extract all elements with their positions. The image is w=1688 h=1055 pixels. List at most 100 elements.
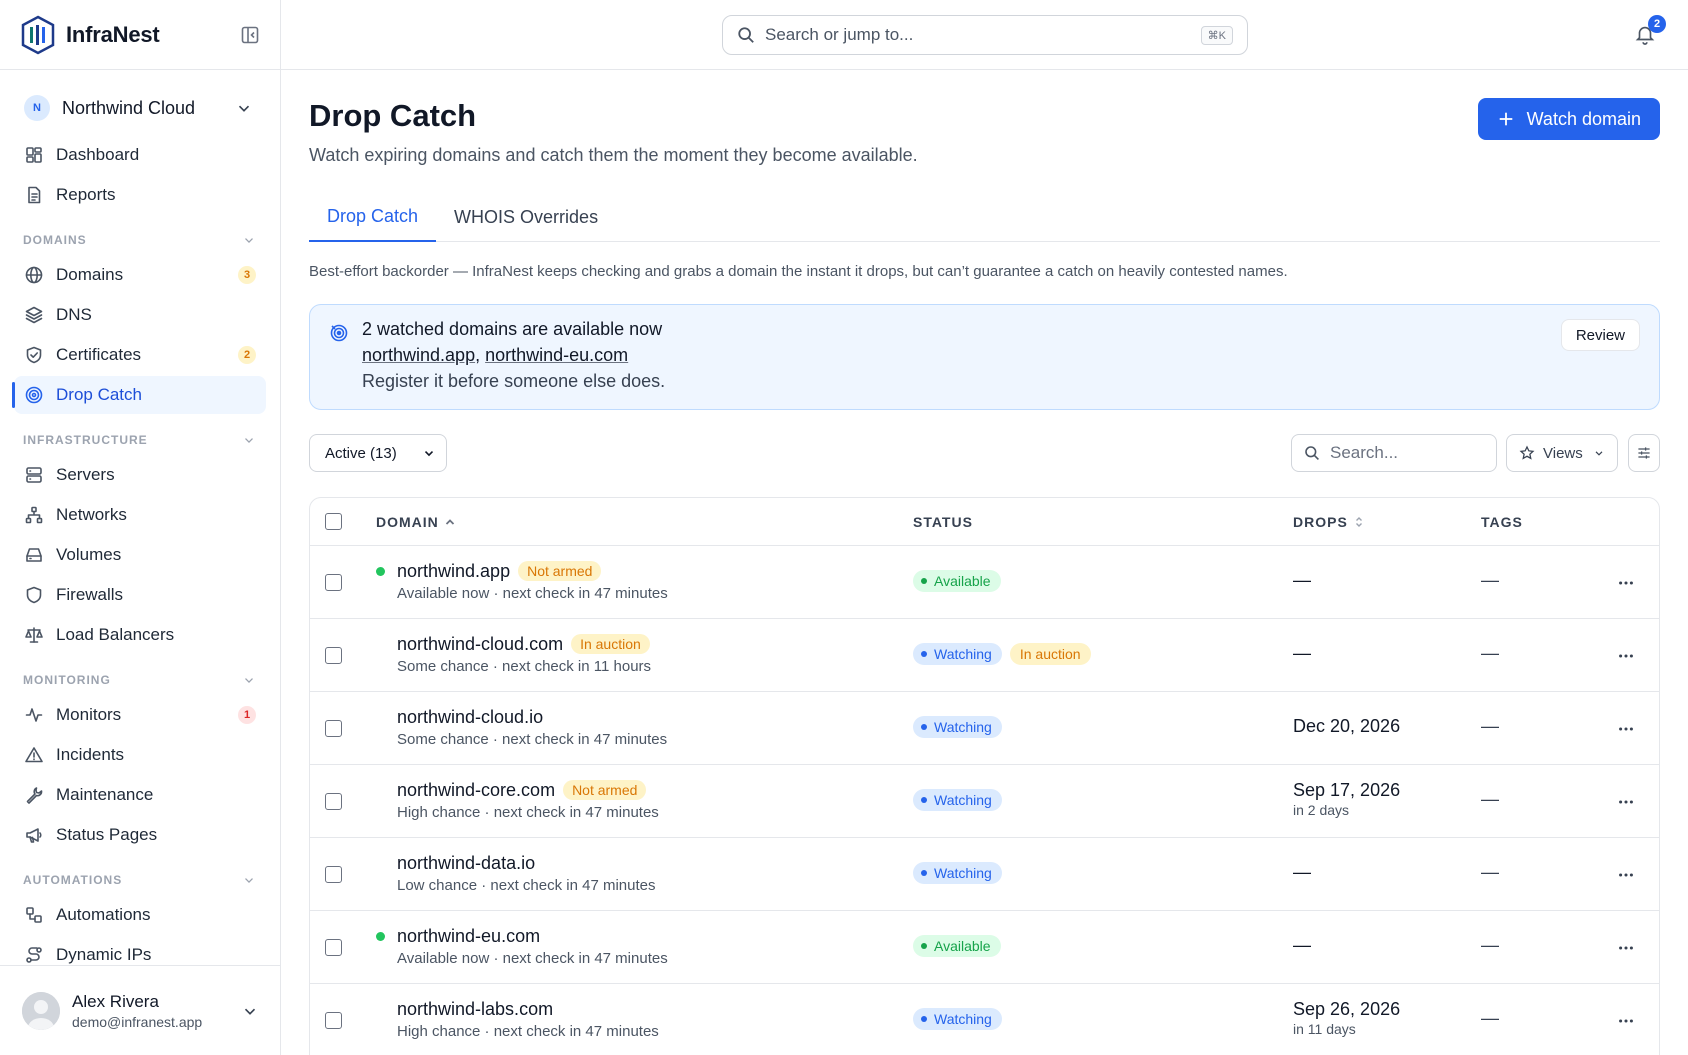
- domain-subtext: High chance · next check in 47 minutes: [397, 804, 659, 821]
- more-actions-icon[interactable]: [1617, 939, 1635, 957]
- row-checkbox[interactable]: [325, 720, 342, 737]
- select-all-checkbox[interactable]: [325, 513, 342, 530]
- notification-count-badge: 2: [1648, 15, 1666, 33]
- plus-icon: [1499, 112, 1512, 126]
- shield-icon: [26, 586, 42, 604]
- sidebar-item-drop-catch[interactable]: Drop Catch: [12, 376, 266, 414]
- alert-link-separator: ,: [475, 345, 486, 365]
- sidebar-item-certificates[interactable]: Certificates 2: [14, 336, 266, 374]
- column-drops[interactable]: DROPS: [1293, 498, 1365, 546]
- domain-name[interactable]: northwind-cloud.io: [397, 707, 543, 728]
- review-button[interactable]: Review: [1560, 319, 1640, 351]
- sidebar-item-volumes[interactable]: Volumes: [14, 536, 266, 574]
- domain-name[interactable]: northwind-labs.com: [397, 999, 553, 1020]
- table-row[interactable]: northwind-cloud.com In auction Some chance…: [310, 619, 1659, 692]
- table-body: northwind.app Not armed Available now · ne…: [310, 546, 1659, 1055]
- sidebar-item-incidents[interactable]: Incidents: [14, 736, 266, 774]
- alert-description: Register it before someone else does.: [362, 371, 666, 391]
- status-badge: Watching: [913, 789, 1002, 811]
- sidebar-section-infrastructure[interactable]: INFRASTRUCTURE: [14, 416, 266, 456]
- sidebar-collapse-icon[interactable]: [240, 25, 260, 45]
- domain-name[interactable]: northwind.app: [397, 561, 510, 582]
- domain-name[interactable]: northwind-data.io: [397, 853, 535, 874]
- sidebar-item-monitors[interactable]: Monitors 1: [14, 696, 266, 734]
- table-row[interactable]: northwind-data.io Low chance · next check…: [310, 838, 1659, 911]
- count-badge: 1: [238, 706, 256, 724]
- sidebar-item-maintenance[interactable]: Maintenance: [14, 776, 266, 814]
- column-domain[interactable]: DOMAIN: [376, 498, 456, 546]
- tab-drop-catch[interactable]: Drop Catch: [309, 192, 437, 242]
- available-dot: [376, 567, 385, 576]
- status-cell: Watching In auction: [913, 643, 1099, 665]
- sidebar-item-label: Servers: [56, 465, 115, 484]
- more-actions-icon[interactable]: [1617, 793, 1635, 811]
- more-actions-icon[interactable]: [1617, 647, 1635, 665]
- count-badge: 3: [238, 266, 256, 284]
- sidebar-item-automations[interactable]: Automations: [14, 896, 266, 934]
- status-filter-select[interactable]: Active (13): [309, 434, 447, 472]
- sidebar-item-dashboard[interactable]: Dashboard: [14, 136, 266, 174]
- views-button[interactable]: Views: [1506, 434, 1618, 472]
- shield-check-icon: [26, 346, 42, 364]
- status-badge: Watching: [913, 1008, 1002, 1030]
- domain-cell: northwind-eu.com Available now · next che…: [376, 924, 668, 967]
- row-checkbox[interactable]: [325, 1012, 342, 1029]
- sidebar-item-networks[interactable]: Networks: [14, 496, 266, 534]
- table-row[interactable]: northwind.app Not armed Available now · ne…: [310, 546, 1659, 619]
- more-actions-icon[interactable]: [1617, 720, 1635, 738]
- sidebar-section-domains[interactable]: DOMAINS: [14, 216, 266, 256]
- org-name: Northwind Cloud: [62, 97, 196, 118]
- reports-icon: [28, 186, 41, 204]
- sidebar-section-automations[interactable]: AUTOMATIONS: [14, 856, 266, 896]
- tags-cell: —: [1481, 1008, 1499, 1028]
- alert-link-domain[interactable]: northwind.app: [362, 345, 475, 365]
- table-search[interactable]: [1291, 434, 1497, 472]
- sidebar-item-dns[interactable]: DNS: [14, 296, 266, 334]
- alert-link-domain[interactable]: northwind-eu.com: [485, 345, 628, 365]
- org-switcher[interactable]: N Northwind Cloud: [0, 90, 281, 126]
- domain-cell: northwind-cloud.com In auction Some chance…: [397, 632, 651, 676]
- global-search-input[interactable]: Search or jump to... ⌘K: [722, 15, 1248, 55]
- more-actions-icon[interactable]: [1617, 866, 1635, 884]
- infranest-logo-icon: [21, 15, 55, 54]
- domain-name[interactable]: northwind-core.com: [397, 780, 555, 801]
- chevron-down-icon: [245, 678, 253, 683]
- table-search-input[interactable]: [1330, 443, 1480, 463]
- domain-name[interactable]: northwind-cloud.com: [397, 634, 563, 655]
- column-settings-button[interactable]: [1628, 434, 1660, 472]
- sidebar-item-domains[interactable]: Domains 3: [14, 256, 266, 294]
- row-checkbox[interactable]: [325, 793, 342, 810]
- more-actions-icon[interactable]: [1617, 574, 1635, 592]
- more-actions-icon[interactable]: [1617, 1012, 1635, 1030]
- sidebar-section-monitoring[interactable]: MONITORING: [14, 656, 266, 696]
- star-icon: [1519, 445, 1535, 460]
- sidebar-item-label: Incidents: [56, 745, 125, 764]
- table-row[interactable]: northwind-eu.com Available now · next che…: [310, 911, 1659, 984]
- sidebar-item-reports[interactable]: Reports: [14, 176, 266, 214]
- count-badge: 2: [238, 346, 256, 364]
- row-checkbox[interactable]: [325, 647, 342, 664]
- sidebar-item-servers[interactable]: Servers: [14, 456, 266, 494]
- table-row[interactable]: northwind-labs.com High chance · next che…: [310, 984, 1659, 1055]
- row-checkbox[interactable]: [325, 574, 342, 591]
- watch-domain-button[interactable]: Watch domain: [1477, 98, 1660, 140]
- sidebar-item-firewalls[interactable]: Firewalls: [14, 576, 266, 614]
- table-row[interactable]: northwind-core.com Not armed High chance ·…: [310, 765, 1659, 838]
- backorder-hint: Best-effort backorder — InfraNest keeps …: [309, 263, 1288, 280]
- tab-whois-overrides[interactable]: WHOIS Overrides: [436, 192, 616, 242]
- sidebar-item-load-balancers[interactable]: Load Balancers: [14, 616, 266, 654]
- tags-cell: —: [1481, 643, 1499, 663]
- row-checkbox[interactable]: [325, 939, 342, 956]
- tags-cell: —: [1481, 716, 1499, 736]
- domain-name[interactable]: northwind-eu.com: [397, 926, 540, 947]
- user-menu[interactable]: Alex Rivera demo@infranest.app: [0, 965, 281, 1055]
- network-icon: [25, 506, 43, 524]
- row-checkbox[interactable]: [325, 866, 342, 883]
- chevron-down-icon: [238, 105, 250, 112]
- target-icon: [25, 386, 43, 404]
- sidebar-item-status-pages[interactable]: Status Pages: [14, 816, 266, 854]
- status-cell: Watching: [913, 716, 1010, 738]
- column-drops-label: DROPS: [1293, 514, 1348, 530]
- table-row[interactable]: northwind-cloud.io Some chance · next che…: [310, 692, 1659, 765]
- sidebar-item-label: Dynamic IPs: [56, 945, 152, 964]
